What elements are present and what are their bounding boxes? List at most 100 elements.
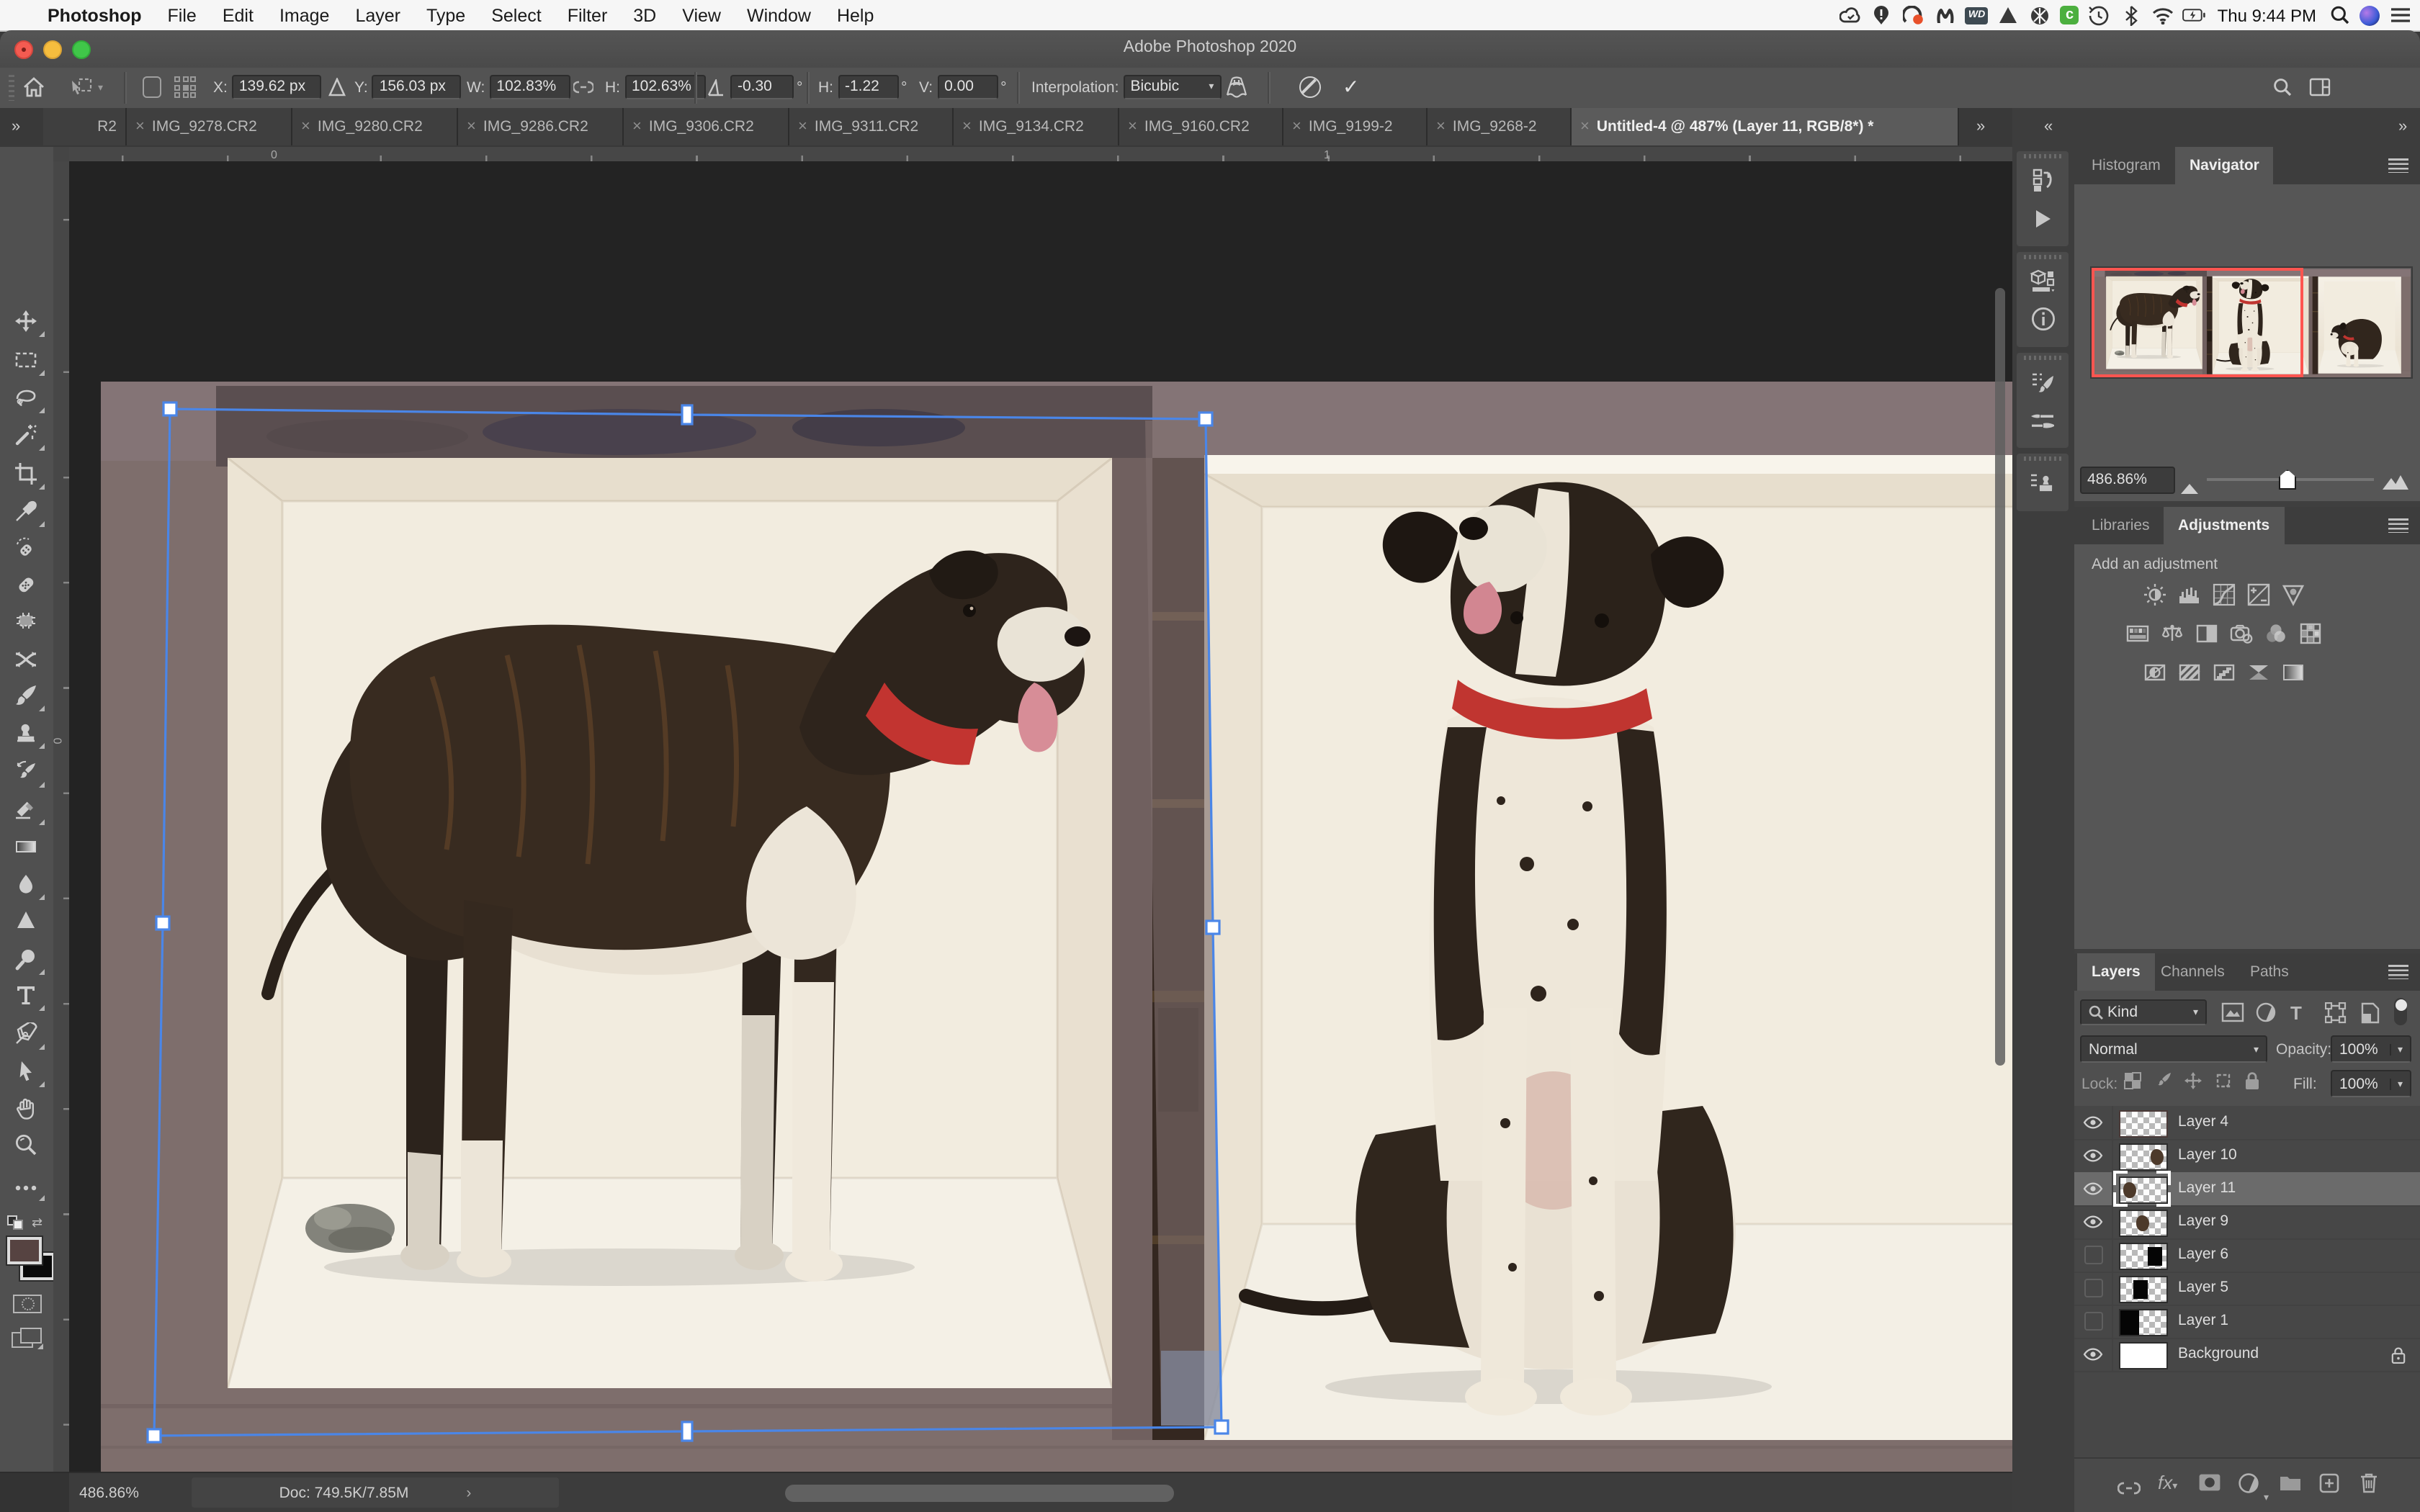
visibility-toggle-empty[interactable] <box>2074 1238 2113 1272</box>
tab-adjustments[interactable]: Adjustments <box>2164 507 2284 544</box>
filter-shape-layers-icon[interactable] <box>2325 1002 2347 1031</box>
filter-pixel-layers-icon[interactable] <box>2221 1002 2244 1030</box>
search-icon[interactable] <box>2273 75 2292 99</box>
commit-transform-button[interactable]: ✓ <box>1343 75 1359 99</box>
rectangular-marquee-tool[interactable] <box>14 348 39 373</box>
doc-tab[interactable]: ×IMG_9134.CR2 <box>954 108 1119 145</box>
close-tab-icon[interactable]: × <box>1292 118 1301 135</box>
ruler-corner[interactable] <box>53 147 71 163</box>
info-panel-icon[interactable] <box>2017 300 2069 338</box>
wifi-icon[interactable] <box>2151 4 2174 27</box>
gradient-map-icon[interactable] <box>2282 661 2305 684</box>
clone-source-panel-icon[interactable] <box>2017 462 2069 501</box>
notify-dot-icon[interactable] <box>1902 4 1925 27</box>
menu-help[interactable]: Help <box>824 5 887 25</box>
pinwheel-icon[interactable] <box>2029 4 2052 27</box>
siri-icon[interactable] <box>2360 5 2380 25</box>
visibility-eye-icon[interactable] <box>2074 1106 2113 1139</box>
selective-color-icon[interactable] <box>2247 661 2270 684</box>
doc-tab[interactable]: ×IMG_9199-2 <box>1283 108 1428 145</box>
cancel-transform-button[interactable] <box>1299 75 1321 99</box>
visibility-eye-icon[interactable] <box>2074 1172 2113 1205</box>
layer-thumbnail[interactable] <box>2119 1243 2168 1270</box>
x-position-field[interactable]: 139.62 px <box>232 75 321 99</box>
layer-name[interactable]: Layer 11 <box>2178 1179 2236 1197</box>
canvas-pasteboard[interactable] <box>69 161 2012 1472</box>
lasso-tool[interactable] <box>14 386 39 410</box>
spot-healing-brush-tool[interactable] <box>14 537 39 562</box>
horizontal-ruler[interactable]: 0 1 <box>69 147 2012 163</box>
width-field[interactable]: 102.83% <box>489 75 570 99</box>
zoom-out-icon[interactable] <box>2181 475 2198 501</box>
status-doc-size[interactable]: Doc: 749.5K/7.85M› <box>192 1477 559 1508</box>
panel-menu-icon[interactable] <box>2388 965 2408 979</box>
battery-icon[interactable] <box>2183 4 2206 27</box>
cloud-sync-icon[interactable] <box>1839 4 1862 27</box>
lock-all-icon[interactable] <box>2244 1071 2264 1092</box>
new-adjustment-layer-button[interactable]: ▾ <box>2238 1473 2259 1500</box>
status-zoom-level[interactable]: 486.86% <box>79 1485 139 1502</box>
filter-adjustment-layers-icon[interactable] <box>2256 1002 2276 1030</box>
levels-icon[interactable] <box>2178 583 2201 606</box>
link-layers-button[interactable] <box>2118 1476 2141 1502</box>
layer-name[interactable]: Layer 1 <box>2178 1312 2228 1329</box>
layer-row[interactable]: Layer 1 <box>2074 1305 2420 1339</box>
layer-filter-kind-dropdown[interactable]: Kind ▾ <box>2080 999 2207 1025</box>
visibility-eye-icon[interactable] <box>2074 1205 2113 1238</box>
warp-mode-toggle[interactable] <box>1224 75 1249 99</box>
wd-icon[interactable]: WD <box>1966 6 1989 24</box>
collapse-strip-chevron[interactable]: « <box>2044 118 2050 135</box>
navigator-zoom-slider-thumb[interactable] <box>2279 469 2296 490</box>
doc-tab[interactable]: ×IMG_9306.CR2 <box>624 108 789 145</box>
tab-layers[interactable]: Layers <box>2077 953 2155 991</box>
properties-panel-icon[interactable] <box>2017 261 2069 300</box>
workspace-switcher-icon[interactable] <box>2309 75 2331 99</box>
menu-filter[interactable]: Filter <box>555 5 621 25</box>
quick-mask-button[interactable] <box>13 1295 42 1313</box>
threshold-icon[interactable] <box>2213 661 2236 684</box>
m-logo-icon[interactable] <box>1934 4 1957 27</box>
crashplan-icon[interactable]: c <box>2061 6 2079 24</box>
menu-3d[interactable]: 3D <box>620 5 669 25</box>
layer-row[interactable]: Layer 10 <box>2074 1139 2420 1174</box>
eraser-tool[interactable] <box>14 798 39 822</box>
layer-name[interactable]: Layer 6 <box>2178 1246 2228 1263</box>
history-panel-icon[interactable] <box>2017 160 2069 199</box>
visibility-eye-icon[interactable] <box>2074 1139 2113 1172</box>
doc-tab[interactable]: ×IMG_9311.CR2 <box>789 108 954 145</box>
close-tab-icon[interactable]: × <box>798 118 807 135</box>
doc-tab[interactable]: ×IMG_9160.CR2 <box>1119 108 1283 145</box>
navigator-preview[interactable] <box>2092 268 2411 377</box>
rotation-angle-field[interactable]: -0.30 <box>730 75 794 99</box>
channel-mixer-icon[interactable] <box>2264 622 2287 645</box>
layer-thumbnail[interactable] <box>2119 1276 2168 1303</box>
gradient-tool[interactable] <box>14 835 39 860</box>
transform-tool-icon[interactable]: ▾ <box>69 75 103 99</box>
layer-thumbnail[interactable] <box>2119 1110 2168 1138</box>
tab-channels[interactable]: Channels <box>2146 953 2239 991</box>
brightness-contrast-icon[interactable] <box>2143 583 2166 606</box>
spotlight-search-icon[interactable] <box>2328 4 2351 27</box>
visibility-eye-icon[interactable] <box>2074 1338 2113 1371</box>
screen-mode-button[interactable] <box>12 1328 40 1346</box>
visibility-toggle-empty[interactable] <box>2074 1272 2113 1305</box>
close-tab-icon[interactable]: × <box>1436 118 1446 135</box>
default-colors-icon[interactable] <box>7 1215 22 1228</box>
healing-brush-tool[interactable] <box>14 573 39 598</box>
doc-tab[interactable]: ×IMG_9278.CR2 <box>127 108 292 145</box>
navigator-zoom-field[interactable]: 486.86% <box>2080 467 2175 494</box>
close-tab-icon[interactable]: × <box>1580 118 1590 135</box>
pen-tool[interactable] <box>14 1022 39 1047</box>
sharpen-tool[interactable] <box>14 909 39 933</box>
crop-tool[interactable] <box>14 462 39 487</box>
brush-settings-panel-icon[interactable] <box>2017 361 2069 400</box>
zoom-tool[interactable] <box>14 1133 39 1158</box>
clone-stamp-tool[interactable] <box>14 721 39 746</box>
layer-row[interactable]: Layer 6 <box>2074 1238 2420 1273</box>
move-tool[interactable] <box>14 310 39 334</box>
layer-thumbnail[interactable] <box>2119 1210 2168 1237</box>
exposure-icon[interactable] <box>2247 583 2270 606</box>
vertical-skew-field[interactable]: 0.00 <box>937 75 998 99</box>
tab-histogram[interactable]: Histogram <box>2077 147 2175 184</box>
horizontal-skew-field[interactable]: -1.22 <box>838 75 898 99</box>
